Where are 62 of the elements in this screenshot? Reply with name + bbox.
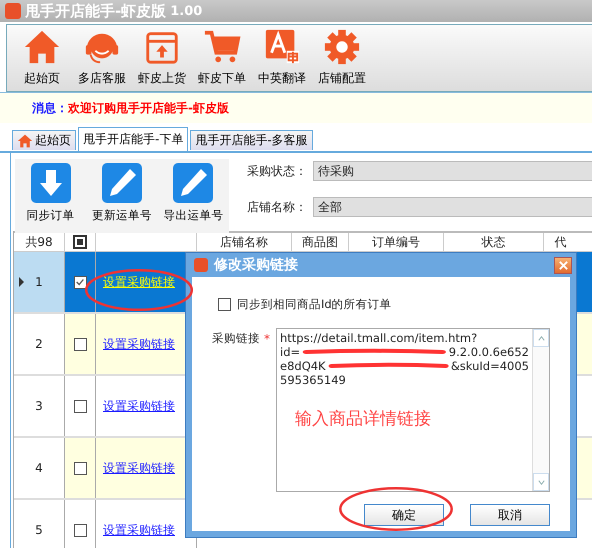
translate-icon bbox=[263, 28, 301, 66]
toolbar-button[interactable]: 店铺配置 bbox=[313, 28, 371, 91]
home-icon bbox=[23, 28, 61, 66]
version-label: 1.00 bbox=[170, 4, 202, 18]
ok-button[interactable]: 确定 bbox=[364, 504, 444, 526]
cancel-button[interactable]: 取消 bbox=[470, 504, 550, 526]
column-header: 店铺名称 bbox=[197, 233, 292, 251]
column-header: 状态 bbox=[444, 233, 544, 251]
toolbar-button[interactable]: 多店客服 bbox=[73, 28, 131, 91]
set-link[interactable]: 设置采购链接 bbox=[96, 398, 175, 414]
toolbar-button[interactable]: 中英翻译 bbox=[253, 28, 311, 91]
row-checkbox[interactable] bbox=[74, 400, 86, 412]
column-header: 订单编号 bbox=[349, 233, 444, 251]
message-text: 欢迎订购甩手开店能手-虾皮版 bbox=[68, 100, 229, 116]
annotation-text: 输入商品详情链接 bbox=[295, 408, 431, 430]
row-checkbox[interactable] bbox=[74, 338, 86, 350]
filter-label: 采购状态： bbox=[247, 162, 308, 180]
tab[interactable]: 起始页 bbox=[12, 130, 76, 150]
row-count: 共98 bbox=[14, 233, 65, 251]
url-text: e8dQ4K bbox=[280, 359, 326, 373]
url-text: 9.2.0.0.6e652 bbox=[448, 345, 529, 359]
toolbar-button[interactable]: 虾皮下单 bbox=[193, 28, 251, 91]
tab[interactable]: 甩手开店能手-下单 bbox=[78, 127, 188, 151]
action-button[interactable]: 同步订单 bbox=[17, 163, 84, 229]
action-button[interactable]: 导出运单号 bbox=[160, 163, 227, 229]
set-link[interactable]: 设置采购链接 bbox=[96, 522, 175, 538]
message-label: 消息： bbox=[32, 100, 68, 116]
tab[interactable]: 甩手开店能手-多客服 bbox=[190, 130, 313, 150]
pencil-icon bbox=[171, 163, 216, 203]
settings-icon bbox=[323, 28, 361, 66]
url-text-area[interactable]: https://detail.tmall.com/item.htm? id= 9.2.0.0.6e652 e8dQ4K &skuId=4005 595365149 输入商品详情链接 bbox=[276, 328, 550, 492]
url-text: id= bbox=[280, 345, 300, 359]
column-header: 商品图 bbox=[292, 233, 350, 251]
pencil-icon bbox=[100, 163, 144, 203]
filter-dropdown[interactable]: 待采购 bbox=[313, 161, 592, 181]
sync-label: 同步到相同商品Id的所有订单 bbox=[237, 297, 392, 312]
download-icon bbox=[28, 163, 73, 203]
row-checkbox[interactable] bbox=[74, 276, 86, 288]
toolbar-button[interactable]: 虾皮上货 bbox=[133, 28, 191, 91]
home-icon bbox=[17, 132, 33, 148]
url-text: 595365149 bbox=[280, 373, 346, 387]
close-icon bbox=[558, 260, 568, 270]
required-mark: * bbox=[264, 332, 270, 346]
toolbar-button[interactable]: 起始页 bbox=[13, 28, 71, 91]
row-checkbox[interactable] bbox=[74, 462, 86, 474]
dialog-title: 修改采购链接 bbox=[214, 256, 298, 274]
current-row-icon bbox=[19, 277, 24, 287]
action-button[interactable]: 更新运单号 bbox=[88, 163, 156, 229]
app-icon bbox=[194, 258, 208, 272]
field-label: 采购链接 bbox=[212, 331, 260, 346]
url-text: &skuId=4005 bbox=[450, 359, 529, 373]
close-button[interactable] bbox=[554, 256, 572, 274]
filter-label: 店铺名称： bbox=[247, 198, 308, 216]
url-text: https://detail.tmall.com/item.htm? bbox=[280, 331, 478, 345]
row-checkbox[interactable] bbox=[74, 524, 86, 536]
sync-checkbox[interactable] bbox=[218, 298, 231, 311]
row-number: 1 bbox=[14, 252, 65, 312]
window-title: 甩手开店能手-虾皮版 bbox=[25, 2, 166, 20]
column-header: 代 bbox=[553, 234, 568, 250]
app-icon bbox=[5, 3, 21, 19]
select-all-checkbox[interactable] bbox=[73, 235, 87, 249]
filter-dropdown[interactable]: 全部 bbox=[313, 197, 592, 217]
